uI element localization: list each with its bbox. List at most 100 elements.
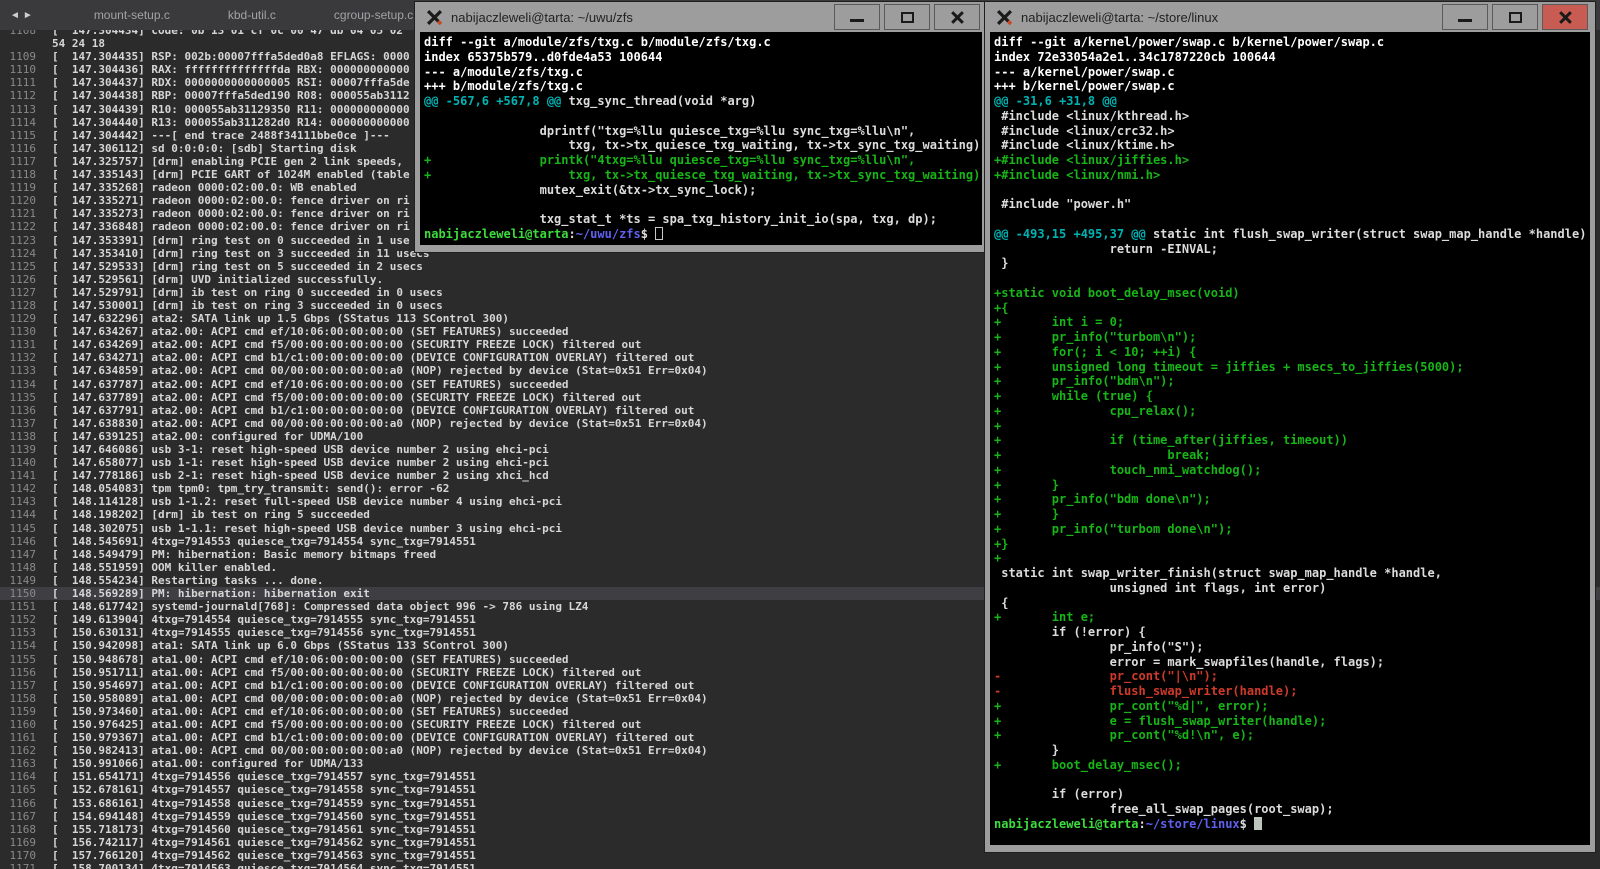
terminal-line-text: txg, tx->tx_quiesce_txg_waiting, tx->tx_… — [424, 138, 982, 152]
editor-tab[interactable]: mount-setup.c — [94, 8, 170, 22]
line-text: [ 150.991066] ata1.00: configured for UD… — [52, 757, 363, 770]
line-text: [ 148.554234] Restarting tasks ... done. — [52, 574, 324, 587]
terminal-line-text: #include <linux/kthread.h> — [994, 109, 1189, 123]
line-text: [ 148.198202] [drm] ib test on ring 5 su… — [52, 508, 370, 521]
line-number: 1152 — [0, 613, 36, 626]
terminal-line-text: + unsigned long timeout = jiffies + msec… — [994, 360, 1464, 374]
terminal-line: index 65375b579..d0fde4a53 100644 — [424, 50, 982, 65]
line-number: 1162 — [0, 744, 36, 757]
linux-maximize-button[interactable] — [1492, 4, 1538, 30]
line-number: 1154 — [0, 639, 36, 652]
line-text: [ 147.335273] radeon 0000:02:00.0: fence… — [52, 207, 410, 220]
terminal-line: @@ -567,6 +567,8 @@ txg_sync_thread(void… — [424, 94, 982, 109]
terminal-line: + pr_info("turbom\n"); — [994, 330, 1590, 345]
line-text: [ 150.958089] ata1.00: ACPI cmd 00/00:00… — [52, 692, 708, 705]
terminal-line-text: + printk("4txg=%llu quiesce_txg=%llu syn… — [424, 153, 915, 167]
terminal-line: + cpu_relax(); — [994, 404, 1590, 419]
line-text: [ 147.632296] ata2: SATA link up 1.5 Gbp… — [52, 312, 509, 325]
zfs-terminal[interactable]: diff --git a/module/zfs/txg.c b/module/z… — [420, 32, 982, 245]
line-text: [ 147.634271] ata2.00: ACPI cmd b1/c1:00… — [52, 351, 694, 364]
terminal-line-text: + } — [994, 507, 1059, 521]
line-number: 1138 — [0, 430, 36, 443]
terminal-line-text: txg_stat_t *ts = spa_txg_history_init_io… — [424, 212, 937, 226]
line-text: [ 155.718173] 4txg=7914560 quiesce_txg=7… — [52, 823, 476, 836]
minimize-icon — [1458, 19, 1472, 22]
terminal-line: #include "power.h" — [994, 197, 1590, 212]
desktop: 1108[ 147.304434] code: 0b 13 01 cf 0c 0… — [0, 0, 1600, 869]
linux-minimize-button[interactable] — [1442, 4, 1488, 30]
line-text: [ 147.637791] ata2.00: ACPI cmd b1/c1:00… — [52, 404, 694, 417]
terminal-line-text: +static void boot_delay_msec(void) — [994, 286, 1240, 300]
tab-nav-right-icon[interactable]: ► — [23, 10, 36, 21]
line-number: 1144 — [0, 508, 36, 521]
prompt-user-host: nabijaczleweli@tarta — [994, 817, 1139, 831]
line-text: [ 147.634859] ata2.00: ACPI cmd 00/00:00… — [52, 364, 708, 377]
line-number: 1129 — [0, 312, 36, 325]
terminal-line: + break; — [994, 448, 1590, 463]
terminal-line-text: + boot_delay_msec(); — [994, 758, 1182, 772]
line-text: [ 147.637787] ata2.00: ACPI cmd ef/10:06… — [52, 378, 569, 391]
terminal-line-text: + — [994, 419, 1001, 433]
line-number: 1155 — [0, 653, 36, 666]
line-text: [ 153.686161] 4txg=7914558 quiesce_txg=7… — [52, 797, 476, 810]
line-number: 1164 — [0, 770, 36, 783]
line-number: 1110 — [0, 63, 36, 76]
terminal-line-text: - pr_cont("|\n"); — [994, 669, 1218, 683]
line-number: 1167 — [0, 810, 36, 823]
linux-titlebar[interactable]: nabijaczleweli@tarta: ~/store/linux — [990, 2, 1590, 32]
line-number: 1160 — [0, 718, 36, 731]
xorg-icon — [996, 9, 1013, 26]
terminal-line-text: +++ b/module/zfs/txg.c — [424, 79, 583, 93]
editor-tab[interactable]: kbd-util.c — [228, 8, 276, 22]
line-number: 1134 — [0, 378, 36, 391]
terminal-line: + unsigned long timeout = jiffies + msec… — [994, 360, 1590, 375]
line-text: [ 150.951711] ata1.00: ACPI cmd f5/00:00… — [52, 666, 641, 679]
linux-terminal[interactable]: diff --git a/kernel/power/swap.c b/kerne… — [990, 32, 1590, 845]
line-text: [ 157.766120] 4txg=7914562 quiesce_txg=7… — [52, 849, 476, 862]
line-number: 1128 — [0, 299, 36, 312]
line-text: [ 147.325757] [drm] enabling PCIE gen 2 … — [52, 155, 403, 168]
terminal-line — [424, 197, 982, 212]
line-number: 1163 — [0, 757, 36, 770]
zfs-titlebar[interactable]: nabijaczleweli@tarta: ~/uwu/zfs — [420, 2, 982, 32]
line-text: [ 147.529533] [drm] ring test on 5 succe… — [52, 260, 423, 273]
terminal-line: + pr_info("bdm\n"); — [994, 374, 1590, 389]
terminal-line: +{ — [994, 301, 1590, 316]
terminal-line-text: } — [994, 256, 1008, 270]
terminal-window-zfs: nabijaczleweli@tarta: ~/uwu/zfs diff --g… — [414, 1, 988, 253]
line-number: 1145 — [0, 522, 36, 535]
line-text: [ 147.304439] R10: 000055ab31129350 R11:… — [52, 103, 410, 116]
terminal-line-text: mutex_exit(&tx->tx_sync_lock); — [424, 183, 756, 197]
zfs-close-button[interactable] — [934, 4, 980, 30]
linux-close-button[interactable] — [1542, 4, 1588, 30]
line-text: [ 147.529561] [drm] UVD initialized succ… — [52, 273, 383, 286]
line-number: 1171 — [0, 862, 36, 869]
tab-nav-left-icon[interactable]: ◄ — [10, 10, 23, 21]
line-text: [ 147.304440] R13: 000055ab311282d0 R14:… — [52, 116, 410, 129]
line-number: 1115 — [0, 129, 36, 142]
line-number: 1119 — [0, 181, 36, 194]
terminal-line: +static void boot_delay_msec(void) — [994, 286, 1590, 301]
terminal-line-text: diff --git a/kernel/power/swap.c b/kerne… — [994, 35, 1384, 49]
line-text: [ 147.335271] radeon 0000:02:00.0: fence… — [52, 194, 410, 207]
terminal-line-text: + touch_nmi_watchdog(); — [994, 463, 1261, 477]
line-number: 1168 — [0, 823, 36, 836]
line-number: 1113 — [0, 103, 36, 116]
terminal-line-text: + pr_info("turbom\n"); — [994, 330, 1196, 344]
terminal-line-text: +} — [994, 537, 1008, 551]
line-number: 1157 — [0, 679, 36, 692]
editor-tab[interactable]: cgroup-setup.c — [334, 8, 413, 22]
terminal-line-text: error = mark_swapfiles(handle, flags); — [994, 655, 1384, 669]
terminal-line: --- a/module/zfs/txg.c — [424, 65, 982, 80]
prompt-dollar: $ — [1240, 817, 1254, 831]
terminal-line: if (error) — [994, 787, 1590, 802]
terminal-line: free_all_swap_pages(root_swap); — [994, 802, 1590, 817]
line-number: 1150 — [0, 587, 36, 600]
line-text: [ 148.617742] systemd-journald[768]: Com… — [52, 600, 588, 613]
editor-tab-label: cgroup-setup.c — [334, 8, 413, 22]
zfs-minimize-button[interactable] — [834, 4, 880, 30]
line-number: 1127 — [0, 286, 36, 299]
terminal-line-text: dprintf("txg=%llu quiesce_txg=%llu sync_… — [424, 124, 915, 138]
zfs-maximize-button[interactable] — [884, 4, 930, 30]
editor-tab-label: mount-setup.c — [94, 8, 170, 22]
